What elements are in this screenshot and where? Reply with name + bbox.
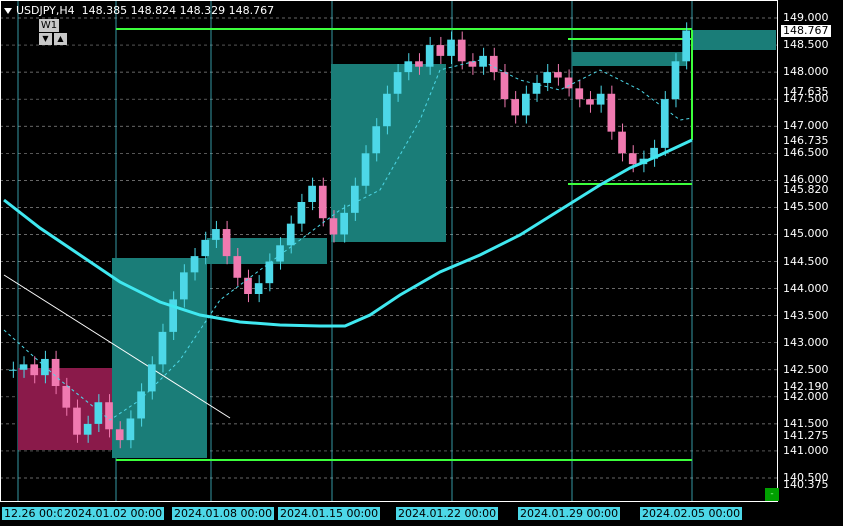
candle-body	[9, 369, 17, 371]
candle-body	[682, 30, 690, 62]
candle-body	[73, 407, 81, 435]
candle-body	[618, 131, 626, 154]
candle-body	[415, 61, 423, 67]
candle-body	[575, 88, 584, 100]
scroll-left-icon[interactable]: ▼	[39, 33, 52, 45]
candle-body	[404, 61, 413, 73]
candle-body	[19, 364, 28, 370]
price-tick: 144.500	[783, 254, 829, 268]
time-tick: 2024.02.05 00:00	[640, 507, 743, 520]
candle-body	[137, 391, 145, 419]
candle-body	[543, 72, 552, 83]
price-tick: 143.500	[783, 308, 829, 322]
candle-body	[522, 93, 530, 116]
symbol-header: USDJPY,H4 148.385 148.824 148.329 148.76…	[4, 5, 274, 17]
price-tick: 145.500	[783, 200, 829, 214]
zones	[18, 30, 776, 458]
candle-body	[457, 39, 466, 62]
zone-teal-5	[692, 30, 776, 50]
price-tick: 143.000	[783, 335, 829, 349]
candle-body	[244, 277, 252, 294]
time-tick: 2024.01.29 00:00	[518, 507, 621, 520]
dropdown-arrow-icon[interactable]	[4, 8, 12, 14]
candle-body	[351, 185, 359, 213]
candle-body	[425, 45, 434, 67]
candle-body	[51, 358, 60, 386]
price-tick: 145.000	[783, 227, 829, 241]
price-tick: 145.820	[783, 183, 829, 197]
candle-body	[436, 45, 445, 56]
candle-body	[340, 212, 348, 235]
candle-body	[671, 61, 680, 100]
candle-body	[222, 229, 231, 257]
candle-body	[596, 93, 605, 105]
zone-teal-3	[331, 64, 446, 242]
timeframe-badge[interactable]: W1	[39, 19, 59, 32]
candle-body	[180, 272, 188, 300]
time-tick: 2024.01.15 00:00	[278, 507, 381, 520]
candle-body	[318, 185, 327, 219]
candle-body	[105, 402, 113, 430]
candle-body	[372, 126, 381, 154]
candle-body	[126, 418, 135, 441]
price-tick: 144.000	[783, 281, 829, 295]
candle-body	[286, 223, 295, 246]
candle-body	[489, 55, 498, 73]
price-tick: 142.000	[783, 389, 829, 403]
candle-body	[115, 429, 124, 441]
scroll-right-icon[interactable]: ▲	[54, 33, 67, 45]
candle-body	[62, 386, 71, 408]
candle-body	[329, 218, 338, 235]
corner-button[interactable]: -	[765, 488, 779, 501]
candle-body	[383, 93, 391, 127]
candle-body	[447, 39, 455, 56]
candle-body	[607, 93, 616, 132]
price-tick: 146.500	[783, 146, 829, 160]
candle-body	[393, 72, 402, 94]
candle-body	[297, 202, 306, 224]
symbol-name: USDJPY,H4	[16, 4, 75, 17]
price-tick: 142.500	[783, 362, 829, 376]
candle-body	[158, 331, 167, 365]
candle-body	[628, 153, 637, 165]
price-chart[interactable]	[0, 0, 843, 526]
price-tick: 141.000	[783, 443, 829, 457]
candle-body	[190, 256, 199, 273]
time-tick: 2024.01.22 00:00	[396, 507, 499, 520]
candle-body	[361, 153, 370, 186]
candle-body	[479, 55, 487, 67]
candle-body	[511, 99, 519, 116]
candle-body	[254, 283, 263, 294]
time-tick: 2024.01.02 00:00	[62, 507, 165, 520]
price-tick: 147.000	[783, 119, 829, 133]
candle-body	[83, 423, 92, 435]
candle-body	[233, 256, 242, 278]
candle-body	[554, 72, 562, 78]
candle-body	[308, 185, 316, 202]
price-tick: 140.375	[783, 477, 829, 491]
current-price-tag: 148.767	[781, 23, 831, 37]
candle-body	[586, 99, 594, 105]
price-tick: 147.500	[783, 92, 829, 106]
price-tick: 146.735	[783, 133, 829, 147]
candle-body	[147, 364, 156, 392]
price-tick: 148.000	[783, 65, 829, 79]
zone-teal-4	[572, 52, 687, 66]
candle-body	[500, 72, 509, 100]
candle-body	[201, 239, 210, 257]
candle-body	[276, 245, 284, 262]
time-tick: 2024.01.08 00:00	[172, 507, 275, 520]
price-tick: 141.275	[783, 429, 829, 443]
candle-body	[212, 229, 220, 240]
price-tick: 148.500	[783, 38, 829, 52]
candle-body	[564, 77, 573, 89]
ohlc-values: 148.385 148.824 148.329 148.767	[81, 4, 275, 17]
candle-body	[30, 364, 39, 376]
price-tick: 149.000	[783, 11, 829, 24]
